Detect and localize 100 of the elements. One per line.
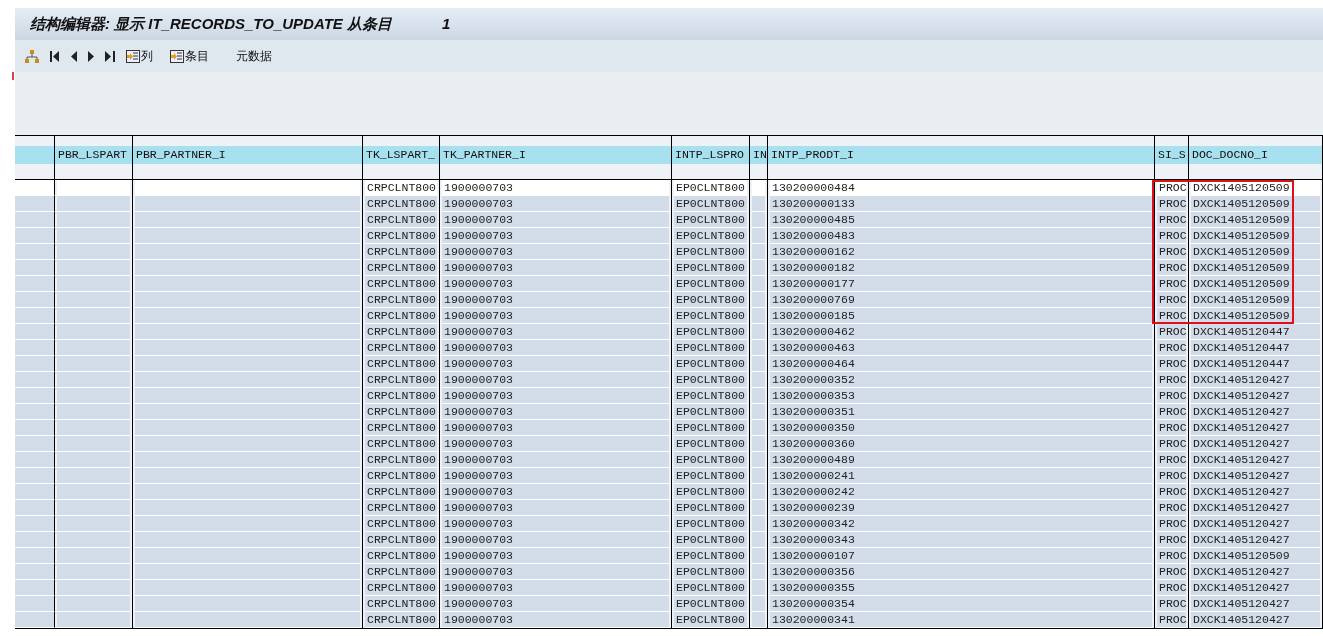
- row-selector[interactable]: [15, 516, 55, 532]
- table-cell: CRPCLNT800: [365, 468, 437, 484]
- metadata-button[interactable]: 元数据: [236, 47, 272, 65]
- table-cell: PROC: [1157, 340, 1186, 356]
- table-cell: [752, 596, 765, 612]
- row-selector[interactable]: [15, 356, 55, 372]
- table-cell: CRPCLNT800: [365, 180, 437, 196]
- table-cell: [752, 452, 765, 468]
- table-cell: CRPCLNT800: [365, 324, 437, 340]
- table-cell: [752, 516, 765, 532]
- table-cell: PROC: [1157, 388, 1186, 404]
- row-selector[interactable]: [15, 276, 55, 292]
- table-cell: CRPCLNT800: [365, 388, 437, 404]
- row-selector[interactable]: [15, 436, 55, 452]
- row-selector[interactable]: [15, 468, 55, 484]
- column-header[interactable]: TK_LSPART_: [363, 146, 440, 164]
- table-cell: [752, 356, 765, 372]
- table-cell: EP0CLNT800: [674, 324, 747, 340]
- table-cell: DXCK1405120427: [1191, 484, 1320, 500]
- table-cell: DXCK1405120427: [1191, 436, 1320, 452]
- row-selector[interactable]: [15, 260, 55, 276]
- row-selector[interactable]: [15, 500, 55, 516]
- row-selector[interactable]: [15, 324, 55, 340]
- row-selector[interactable]: [15, 228, 55, 244]
- column-header[interactable]: DOC_DOCNO_I: [1189, 146, 1323, 164]
- table-cell: DXCK1405120427: [1191, 580, 1320, 596]
- table-cell: DXCK1405120427: [1191, 500, 1320, 516]
- row-selector[interactable]: [15, 484, 55, 500]
- table-cell: DXCK1405120427: [1191, 564, 1320, 580]
- table-cell: EP0CLNT800: [674, 532, 747, 548]
- row-selector[interactable]: [15, 180, 55, 196]
- row-selector[interactable]: [15, 212, 55, 228]
- table-cell: [752, 228, 765, 244]
- table-cell: PROC: [1157, 484, 1186, 500]
- row-selector[interactable]: [15, 308, 55, 324]
- table-cell: 1900000703: [442, 196, 669, 212]
- table-cell: EP0CLNT800: [674, 196, 747, 212]
- table-cell: [752, 404, 765, 420]
- column-header[interactable]: PBR_PARTNER_I: [133, 146, 363, 164]
- column-header[interactable]: IN: [750, 146, 768, 164]
- table-cell: [752, 500, 765, 516]
- table-cell: CRPCLNT800: [365, 372, 437, 388]
- table-cell: 1900000703: [442, 532, 669, 548]
- first-button[interactable]: [50, 50, 60, 62]
- table-cell: 130200000360: [770, 436, 1152, 452]
- toolbar-button[interactable]: 列: [126, 47, 153, 65]
- row-selector[interactable]: [15, 404, 55, 420]
- table-cell: 1900000703: [442, 564, 669, 580]
- row-selector[interactable]: [15, 596, 55, 612]
- previous-icon: [71, 50, 77, 62]
- row-selector[interactable]: [15, 388, 55, 404]
- table-cell: CRPCLNT800: [365, 276, 437, 292]
- row-selector[interactable]: [15, 580, 55, 596]
- table-cell: 1900000703: [442, 324, 669, 340]
- column-header[interactable]: INTP_PRODT_I: [768, 146, 1155, 164]
- table-cell: 130200000343: [770, 532, 1152, 548]
- row-selector[interactable]: [15, 244, 55, 260]
- table-cell: 130200000464: [770, 356, 1152, 372]
- table-cell: EP0CLNT800: [674, 244, 747, 260]
- table-cell: DXCK1405120509: [1191, 260, 1320, 276]
- table-cell: 1900000703: [442, 452, 669, 468]
- row-selector[interactable]: [15, 420, 55, 436]
- last-button[interactable]: [105, 50, 115, 62]
- table-cell: 1900000703: [442, 228, 669, 244]
- column-header[interactable]: PBR_LSPART: [55, 146, 133, 164]
- row-selector[interactable]: [15, 372, 55, 388]
- table-cell: 130200000177: [770, 276, 1152, 292]
- row-selector[interactable]: [15, 612, 55, 628]
- table-cell: EP0CLNT800: [674, 372, 747, 388]
- row-selector[interactable]: [15, 548, 55, 564]
- previous-button[interactable]: [71, 50, 77, 62]
- table-cell: 130200000185: [770, 308, 1152, 324]
- table-cell: PROC: [1157, 420, 1186, 436]
- table-cell: 130200000483: [770, 228, 1152, 244]
- table-cell: EP0CLNT800: [674, 468, 747, 484]
- table-cell: DXCK1405120427: [1191, 372, 1320, 388]
- row-selector[interactable]: [15, 564, 55, 580]
- row-selector[interactable]: [15, 452, 55, 468]
- row-selector[interactable]: [15, 532, 55, 548]
- table-cell: 1900000703: [442, 260, 669, 276]
- table-cell: CRPCLNT800: [365, 516, 437, 532]
- table-cell: 1900000703: [442, 356, 669, 372]
- table-cell: EP0CLNT800: [674, 212, 747, 228]
- column-header[interactable]: TK_PARTNER_I: [440, 146, 672, 164]
- table-cell: CRPCLNT800: [365, 404, 437, 420]
- row-selector[interactable]: [15, 196, 55, 212]
- table-cell: [752, 292, 765, 308]
- table-cell: 1900000703: [442, 244, 669, 260]
- row-selector[interactable]: [15, 340, 55, 356]
- next-icon: [88, 50, 94, 62]
- next-button[interactable]: [88, 50, 94, 62]
- table-cell: CRPCLNT800: [365, 500, 437, 516]
- table-cell: 1900000703: [442, 580, 669, 596]
- column-header[interactable]: SI_S: [1155, 146, 1189, 164]
- table-cell: 130200000484: [770, 180, 1152, 196]
- column-header[interactable]: INTP_LSPRO: [672, 146, 750, 164]
- table-cell: 130200000352: [770, 372, 1152, 388]
- row-selector[interactable]: [15, 292, 55, 308]
- toolbar-button[interactable]: 条目: [170, 47, 209, 65]
- table-cell: 130200000462: [770, 324, 1152, 340]
